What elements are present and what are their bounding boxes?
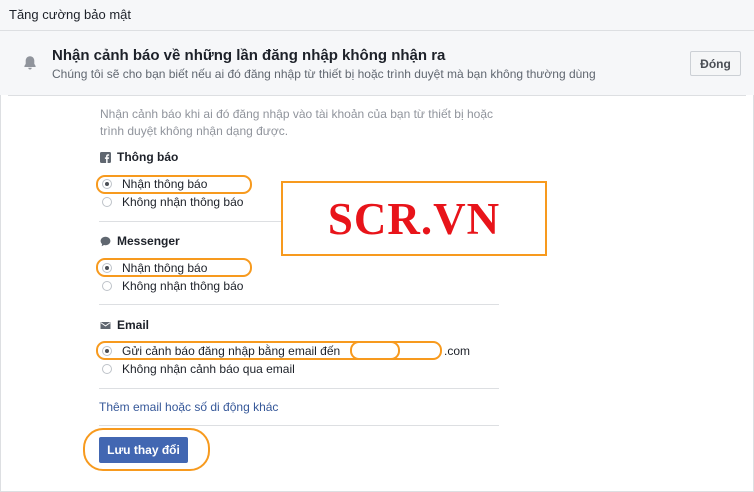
option-label[interactable]: Gửi cảnh báo đăng nhập bằng email đến bbox=[122, 344, 340, 358]
option-label[interactable]: Nhận thông báo bbox=[122, 261, 207, 275]
speech-bubble-icon bbox=[100, 236, 111, 247]
radio-email-on[interactable] bbox=[102, 346, 112, 356]
group-label-notifications: Thông báo bbox=[117, 150, 179, 164]
option-label[interactable]: Không nhận thông báo bbox=[122, 195, 243, 209]
add-contact-link[interactable]: Thêm email hoặc số di động khác bbox=[99, 400, 278, 414]
alert-heading: Nhận cảnh báo về những lần đăng nhập khô… bbox=[52, 47, 446, 64]
section-title: Tăng cường bảo mật bbox=[9, 7, 132, 22]
radio-email-off[interactable] bbox=[102, 364, 112, 374]
radio-messenger-off[interactable] bbox=[102, 281, 112, 291]
divider bbox=[99, 304, 499, 305]
redacted-email-mark bbox=[350, 341, 400, 360]
save-button[interactable]: Lưu thay đổi bbox=[99, 437, 188, 463]
email-suffix: .com bbox=[444, 344, 471, 358]
divider bbox=[8, 95, 746, 96]
radio-notifications-off[interactable] bbox=[102, 197, 112, 207]
watermark-text: SCR.VN bbox=[327, 193, 501, 244]
watermark: SCR.VN bbox=[281, 181, 547, 256]
close-button[interactable]: Đóng bbox=[690, 51, 741, 76]
option-label[interactable]: Nhận thông báo bbox=[122, 177, 207, 191]
bell-icon bbox=[24, 56, 36, 70]
divider bbox=[99, 425, 499, 426]
envelope-icon bbox=[100, 322, 111, 329]
radio-notifications-on[interactable] bbox=[102, 179, 112, 189]
facebook-icon bbox=[100, 152, 111, 163]
group-label-messenger: Messenger bbox=[117, 234, 180, 248]
option-label[interactable]: Không nhận cảnh báo qua email bbox=[122, 362, 295, 376]
group-label-email: Email bbox=[117, 318, 150, 332]
radio-messenger-on[interactable] bbox=[102, 263, 112, 273]
divider bbox=[99, 388, 499, 389]
settings-description: Nhận cảnh báo khi ai đó đăng nhập vào tà… bbox=[100, 107, 493, 138]
alert-subtitle: Chúng tôi sẽ cho bạn biết nếu ai đó đăng… bbox=[52, 67, 596, 81]
option-label[interactable]: Không nhận thông báo bbox=[122, 279, 243, 293]
